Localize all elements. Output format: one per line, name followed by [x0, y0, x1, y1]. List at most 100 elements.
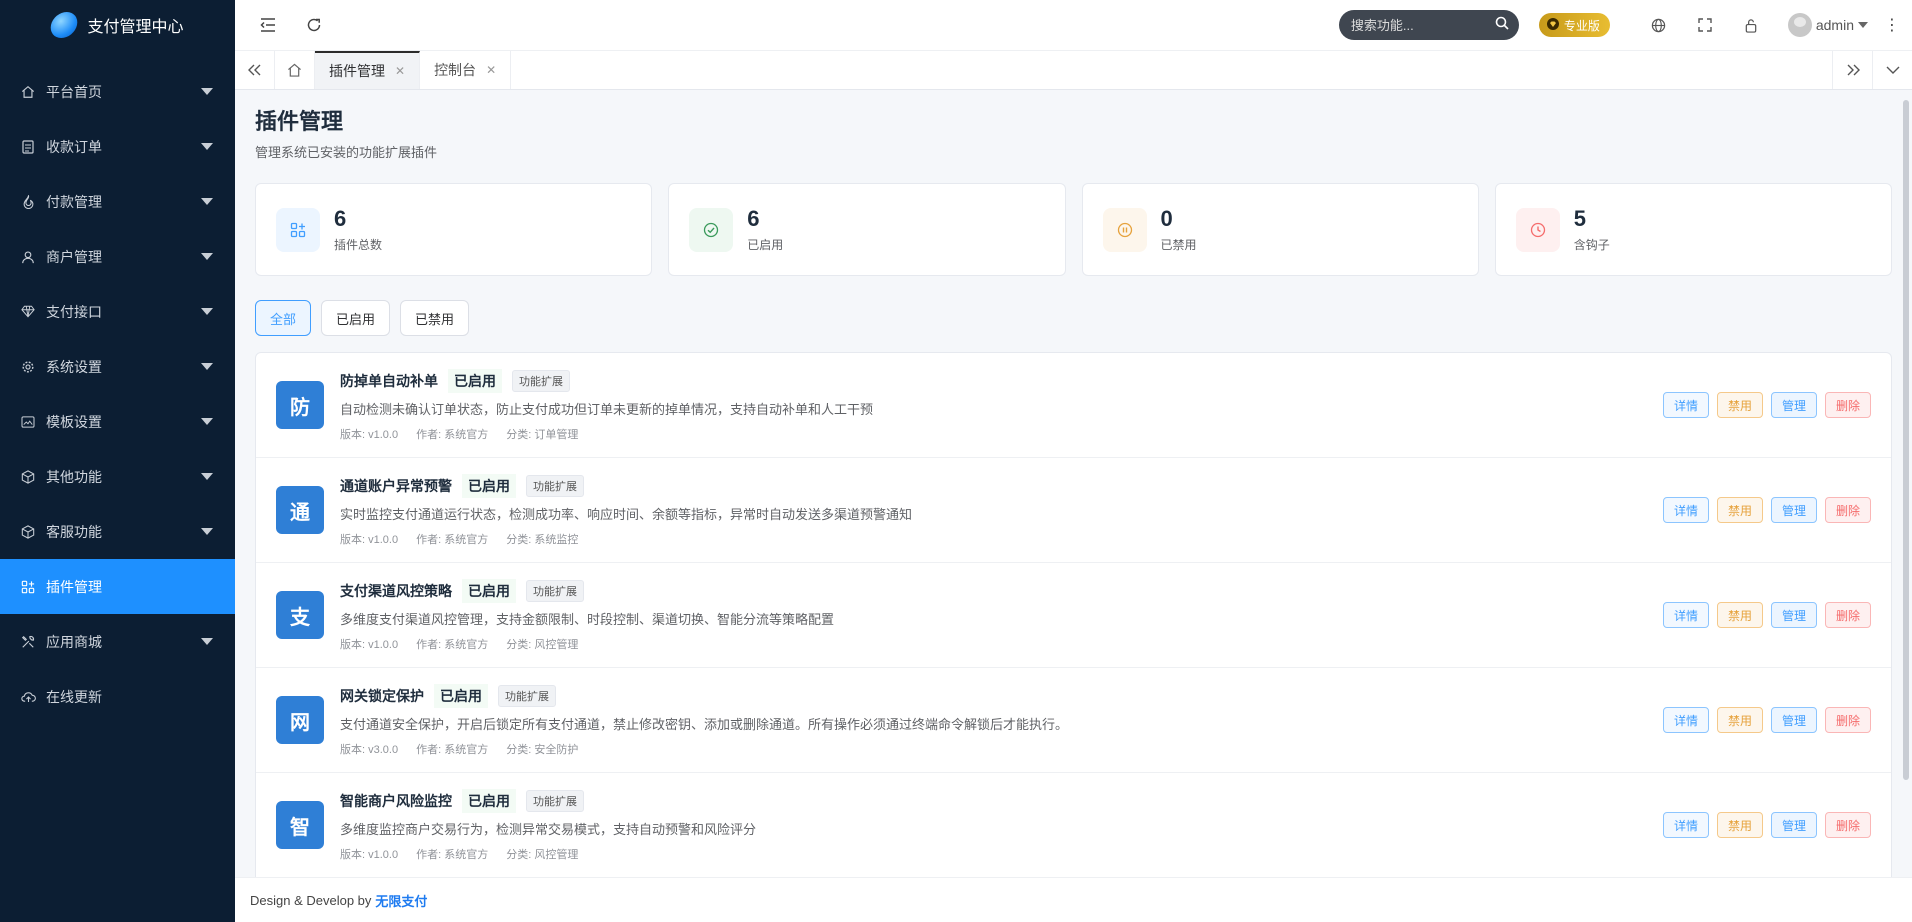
- user-icon: [20, 249, 36, 265]
- document-icon: [20, 139, 36, 155]
- sidebar-item[interactable]: 收款订单: [0, 119, 235, 174]
- delete-button[interactable]: 删除: [1824, 812, 1871, 838]
- caret-down-icon: [201, 143, 213, 150]
- disable-button[interactable]: 禁用: [1716, 812, 1763, 838]
- stat-card: 5 含钩子: [1494, 183, 1892, 276]
- sidebar-item[interactable]: 平台首页: [0, 64, 235, 119]
- manage-button[interactable]: 管理: [1770, 812, 1817, 838]
- plugin-category: 分类: 安全防护: [506, 743, 579, 756]
- plugin-name: 智能商户风险监控: [340, 792, 452, 809]
- collapse-menu-icon[interactable]: [253, 10, 283, 40]
- username: admin: [1815, 17, 1854, 33]
- sidebar-item-label: 插件管理: [46, 578, 102, 595]
- gear-icon: [20, 359, 36, 375]
- home-icon: [20, 84, 36, 100]
- tabs-scroll-right-icon[interactable]: [1832, 51, 1872, 89]
- delete-button[interactable]: 删除: [1824, 497, 1871, 523]
- tools-icon: [20, 634, 36, 650]
- flame-icon: [20, 194, 36, 210]
- sidebar-item[interactable]: 支付接口: [0, 284, 235, 339]
- filter-button[interactable]: 全部: [255, 300, 312, 336]
- caret-down-icon: [201, 88, 213, 95]
- plugin-category: 分类: 风控管理: [506, 848, 579, 861]
- disable-button[interactable]: 禁用: [1716, 392, 1763, 418]
- sidebar-item[interactable]: 其他功能: [0, 449, 235, 504]
- tab[interactable]: 插件管理 ✕: [315, 51, 421, 89]
- app-logo[interactable]: 支付管理中心: [0, 0, 235, 50]
- stat-value: 6: [747, 206, 760, 231]
- sidebar-item[interactable]: 商户管理: [0, 229, 235, 284]
- plugin-name: 通道账户异常预警: [340, 477, 452, 494]
- sidebar-item[interactable]: 系统设置: [0, 339, 235, 394]
- detail-button[interactable]: 详情: [1662, 392, 1709, 418]
- tabs-dropdown-icon[interactable]: [1872, 51, 1912, 89]
- stat-label: 插件总数: [334, 238, 383, 252]
- close-icon[interactable]: ✕: [486, 63, 496, 77]
- sidebar-item-label: 付款管理: [46, 193, 102, 210]
- sidebar-item[interactable]: 付款管理: [0, 174, 235, 229]
- fullscreen-icon[interactable]: [1695, 15, 1715, 35]
- plugin-version: 版本: v1.0.0: [340, 848, 399, 861]
- detail-button[interactable]: 详情: [1662, 812, 1709, 838]
- stat-label: 含钩子: [1573, 238, 1610, 252]
- disable-button[interactable]: 禁用: [1716, 602, 1763, 628]
- detail-button[interactable]: 详情: [1662, 497, 1709, 523]
- search-box[interactable]: [1338, 10, 1519, 40]
- sidebar-item[interactable]: 在线更新: [0, 669, 235, 724]
- sidebar-item-label: 在线更新: [46, 688, 102, 705]
- category-tag: 功能扩展: [512, 369, 570, 392]
- search-input[interactable]: [1350, 17, 1495, 33]
- caret-down-icon: [201, 528, 213, 535]
- clock-icon: [1515, 207, 1560, 252]
- tabs-scroll-left-icon[interactable]: [235, 51, 275, 89]
- delete-button[interactable]: 删除: [1824, 707, 1871, 733]
- status-badge: 已启用: [462, 578, 516, 603]
- plugin-description: 多维度监控商户交易行为，检测异常交易模式，支持自动预警和风险评分: [340, 821, 757, 837]
- manage-button[interactable]: 管理: [1770, 392, 1817, 418]
- sidebar-item[interactable]: 模板设置: [0, 394, 235, 449]
- plugin-avatar: 通: [276, 486, 324, 534]
- sidebar-item[interactable]: 插件管理: [0, 559, 235, 614]
- page-subtitle: 管理系统已安装的功能扩展插件: [255, 145, 438, 160]
- manage-button[interactable]: 管理: [1770, 497, 1817, 523]
- filter-button[interactable]: 已启用: [321, 300, 391, 336]
- lock-icon[interactable]: [1741, 15, 1761, 35]
- detail-button[interactable]: 详情: [1662, 602, 1709, 628]
- tab-label: 插件管理: [329, 63, 385, 79]
- pro-badge[interactable]: 专业版: [1538, 13, 1610, 37]
- diamond-icon: [20, 304, 36, 320]
- caret-down-icon: [201, 418, 213, 425]
- tab[interactable]: 控制台 ✕: [420, 51, 512, 89]
- sidebar-item[interactable]: 应用商城: [0, 614, 235, 669]
- detail-button[interactable]: 详情: [1662, 707, 1709, 733]
- footer-text: Design & Develop by: [250, 892, 372, 908]
- delete-button[interactable]: 删除: [1824, 602, 1871, 628]
- scrollbar[interactable]: [1903, 100, 1909, 780]
- footer-brand-link[interactable]: 无限支付: [375, 891, 427, 910]
- category-tag: 功能扩展: [526, 789, 584, 812]
- plugin-category: 分类: 订单管理: [506, 428, 579, 441]
- disable-button[interactable]: 禁用: [1716, 707, 1763, 733]
- sidebar-item[interactable]: 客服功能: [0, 504, 235, 559]
- search-icon[interactable]: [1495, 16, 1509, 35]
- filter-button[interactable]: 已禁用: [400, 300, 470, 336]
- more-vertical-icon[interactable]: ⋮: [1884, 15, 1900, 35]
- manage-button[interactable]: 管理: [1770, 602, 1817, 628]
- disable-button[interactable]: 禁用: [1716, 497, 1763, 523]
- delete-button[interactable]: 删除: [1824, 392, 1871, 418]
- close-icon[interactable]: ✕: [395, 64, 405, 78]
- home-tab-icon[interactable]: [275, 51, 315, 89]
- plugin-author: 作者: 系统官方: [416, 428, 489, 441]
- manage-button[interactable]: 管理: [1770, 707, 1817, 733]
- top-bar: 专业版 admin ⋮: [235, 0, 1912, 51]
- plugin-row: 防防掉单自动补单 已启用 功能扩展 自动检测未确认订单状态，防止支付成功但订单未更新的…: [256, 353, 1891, 458]
- filter-buttons: 全部 已启用 已禁用: [255, 300, 1892, 336]
- sidebar-item-label: 系统设置: [46, 358, 102, 375]
- globe-icon[interactable]: [1649, 15, 1669, 35]
- plugin-category: 分类: 风控管理: [506, 638, 579, 651]
- cube-icon: [20, 469, 36, 485]
- chevron-down-icon: [1858, 22, 1868, 28]
- user-menu[interactable]: admin: [1787, 13, 1868, 37]
- refresh-icon[interactable]: [299, 10, 329, 40]
- stat-label: 已禁用: [1160, 238, 1197, 252]
